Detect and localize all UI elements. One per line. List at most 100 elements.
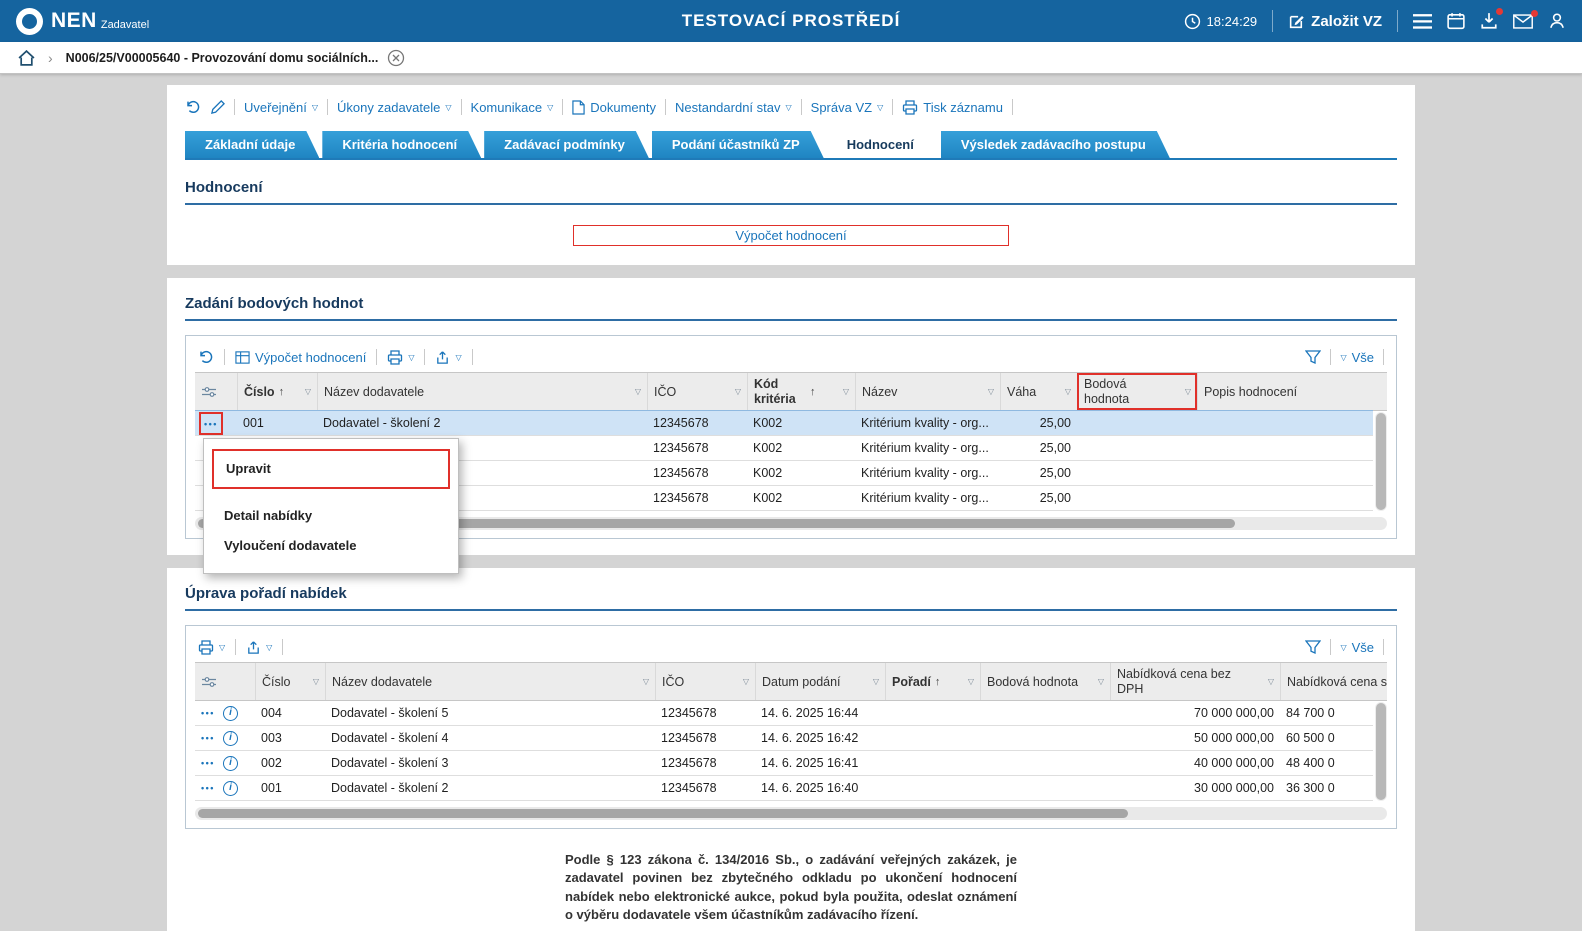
context-menu-item-vylouceni-dodavatele[interactable]: Vyloučení dodavatele xyxy=(212,531,450,561)
tab-zakladni-udaje[interactable]: Základní údaje xyxy=(185,131,319,158)
table-row[interactable]: •••i 003 Dodavatel - školení 4 12345678 … xyxy=(195,726,1373,751)
tab-zadavaci-podminky[interactable]: Zadávací podmínky xyxy=(484,131,649,158)
column-header-cena-bez-dph[interactable]: Nabídková cena bez DPH ▽ xyxy=(1110,663,1280,700)
menu-komunikace[interactable]: Komunikace▽ xyxy=(471,100,554,115)
horizontal-scrollbar[interactable] xyxy=(195,807,1387,820)
scrollbar-thumb[interactable] xyxy=(198,809,1128,818)
grid-vypocet-hodnoceni-button[interactable]: Výpočet hodnocení xyxy=(235,350,366,365)
column-settings-header[interactable] xyxy=(195,373,237,410)
nen-logo-icon[interactable] xyxy=(16,8,43,35)
grid-view-all-button[interactable]: ▽Vše xyxy=(1340,350,1374,365)
filter-funnel-icon xyxy=(1305,640,1321,654)
column-header-bodova-hodnota[interactable]: Bodová hodnota ▽ xyxy=(980,663,1110,700)
context-menu-item-detail-nabidky[interactable]: Detail nabídky xyxy=(212,501,450,531)
brand-name: NEN xyxy=(51,9,97,33)
close-icon[interactable] xyxy=(387,49,405,67)
row-actions-button[interactable]: ••• xyxy=(201,759,215,768)
info-icon[interactable]: i xyxy=(223,731,238,746)
table-row[interactable]: •••i 001 Dodavatel - školení 2 12345678 … xyxy=(195,776,1373,801)
info-icon[interactable]: i xyxy=(223,781,238,796)
user-profile-button[interactable] xyxy=(1548,12,1566,30)
table-row[interactable]: •••i 002 Dodavatel - školení 3 12345678 … xyxy=(195,751,1373,776)
tab-vysledek-postupu[interactable]: Výsledek zadávacího postupu xyxy=(941,131,1170,158)
divider xyxy=(892,99,893,115)
filter-triangle-icon[interactable]: ▽ xyxy=(301,387,311,396)
column-header-popis-hodnoceni[interactable]: Popis hodnocení xyxy=(1197,373,1387,410)
main-menu-button[interactable] xyxy=(1413,14,1432,29)
tab-kriteria-hodnoceni[interactable]: Kritéria hodnocení xyxy=(322,131,481,158)
filter-triangle-icon[interactable]: ▽ xyxy=(1181,387,1191,396)
vypocet-hodnoceni-button[interactable]: Výpočet hodnocení xyxy=(573,225,1009,246)
row-actions-button[interactable]: ••• xyxy=(201,709,215,718)
grid-filter-button[interactable] xyxy=(1305,640,1321,654)
create-vz-button[interactable]: Založit VZ xyxy=(1288,13,1382,30)
filter-triangle-icon[interactable]: ▽ xyxy=(1094,677,1104,686)
scrollbar-thumb[interactable] xyxy=(1376,413,1386,510)
column-header-datum-podani[interactable]: Datum podání ▽ xyxy=(755,663,885,700)
breadcrumb-item-vz[interactable]: N006/25/V00005640 - Provozování domu soc… xyxy=(66,49,406,67)
row-actions-button[interactable]: ••• xyxy=(201,784,215,793)
menu-sprava-vz[interactable]: Správa VZ▽ xyxy=(811,100,884,115)
grid-view-all-button[interactable]: ▽Vše xyxy=(1340,640,1374,655)
divider xyxy=(1383,639,1384,655)
column-header-kod-kriteria[interactable]: Kód kritéria ↑ ▽ xyxy=(747,373,855,410)
column-header-nazev[interactable]: Název ▽ xyxy=(855,373,1000,410)
grid-print-button[interactable]: ▽ xyxy=(198,639,225,655)
sort-asc-icon: ↑ xyxy=(279,386,285,398)
calendar-button[interactable] xyxy=(1447,12,1465,30)
menu-ukony-zadavatele[interactable]: Úkony zadavatele▽ xyxy=(337,100,452,115)
vertical-scrollbar[interactable] xyxy=(1375,702,1387,801)
column-header-nazev-dodavatele[interactable]: Název dodavatele ▽ xyxy=(325,663,655,700)
column-header-ico[interactable]: IČO ▽ xyxy=(647,373,747,410)
column-settings-header[interactable] xyxy=(195,663,255,700)
filter-triangle-icon[interactable]: ▽ xyxy=(984,387,994,396)
filter-triangle-icon[interactable]: ▽ xyxy=(631,387,641,396)
column-header-nazev-dodavatele[interactable]: Název dodavatele ▽ xyxy=(317,373,647,410)
table-row[interactable]: •••i 004 Dodavatel - školení 5 12345678 … xyxy=(195,701,1373,726)
filter-triangle-icon[interactable]: ▽ xyxy=(964,677,974,686)
row-actions-button[interactable]: ••• xyxy=(204,419,218,429)
column-header-cislo[interactable]: Číslo ▽ xyxy=(255,663,325,700)
tab-hodnoceni[interactable]: Hodnocení xyxy=(827,131,938,158)
print-record-button[interactable]: Tisk záznamu xyxy=(902,99,1003,115)
menu-dokumenty[interactable]: Dokumenty xyxy=(572,100,656,115)
filter-triangle-icon[interactable]: ▽ xyxy=(1061,387,1071,396)
column-header-ico[interactable]: IČO ▽ xyxy=(655,663,755,700)
info-icon[interactable]: i xyxy=(223,756,238,771)
column-header-cena-s-dph[interactable]: Nabídková cena s DPH xyxy=(1280,663,1387,700)
tab-bar: Základní údaje Kritéria hodnocení Zadáva… xyxy=(185,131,1397,160)
menu-nestandardni-stav[interactable]: Nestandardní stav▽ xyxy=(675,100,792,115)
scrollbar-thumb[interactable] xyxy=(1376,703,1386,800)
grid-print-button[interactable]: ▽ xyxy=(387,349,414,365)
filter-triangle-icon[interactable]: ▽ xyxy=(1264,677,1274,686)
column-settings-icon xyxy=(201,676,217,688)
row-actions-button[interactable]: ••• xyxy=(201,734,215,743)
grid-export-button[interactable]: ▽ xyxy=(246,640,272,655)
menu-uverejneni[interactable]: Uveřejnění▽ xyxy=(244,100,318,115)
tab-podani-ucastniku[interactable]: Podání účastníků ZP xyxy=(652,131,824,158)
grid-refresh-button[interactable] xyxy=(198,349,214,365)
filter-triangle-icon[interactable]: ▽ xyxy=(309,677,319,686)
column-header-vaha[interactable]: Váha ▽ xyxy=(1000,373,1077,410)
filter-triangle-icon[interactable]: ▽ xyxy=(739,677,749,686)
notification-badge xyxy=(1496,8,1503,15)
vertical-scrollbar[interactable] xyxy=(1375,412,1387,511)
messages-button[interactable] xyxy=(1513,14,1533,29)
downloads-button[interactable] xyxy=(1480,12,1498,30)
table-row[interactable]: ••• 001 Dodavatel - školení 2 12345678 K… xyxy=(195,411,1373,436)
column-header-cislo[interactable]: Číslo ↑ ▽ xyxy=(237,373,317,410)
filter-triangle-icon[interactable]: ▽ xyxy=(639,677,649,686)
context-menu-item-upravit[interactable]: Upravit xyxy=(212,449,450,489)
filter-triangle-icon[interactable]: ▽ xyxy=(731,387,741,396)
column-header-poradi[interactable]: Pořadí ↑ ▽ xyxy=(885,663,980,700)
home-icon[interactable] xyxy=(18,50,35,66)
column-header-bodova-hodnota[interactable]: Bodová hodnota ▽ xyxy=(1077,373,1197,410)
grid-filter-button[interactable] xyxy=(1305,350,1321,364)
filter-triangle-icon[interactable]: ▽ xyxy=(839,387,849,396)
export-icon xyxy=(435,350,450,365)
refresh-button[interactable] xyxy=(185,99,201,115)
info-icon[interactable]: i xyxy=(223,706,238,721)
grid-export-button[interactable]: ▽ xyxy=(435,350,461,365)
edit-record-button[interactable] xyxy=(210,100,225,115)
filter-triangle-icon[interactable]: ▽ xyxy=(869,677,879,686)
